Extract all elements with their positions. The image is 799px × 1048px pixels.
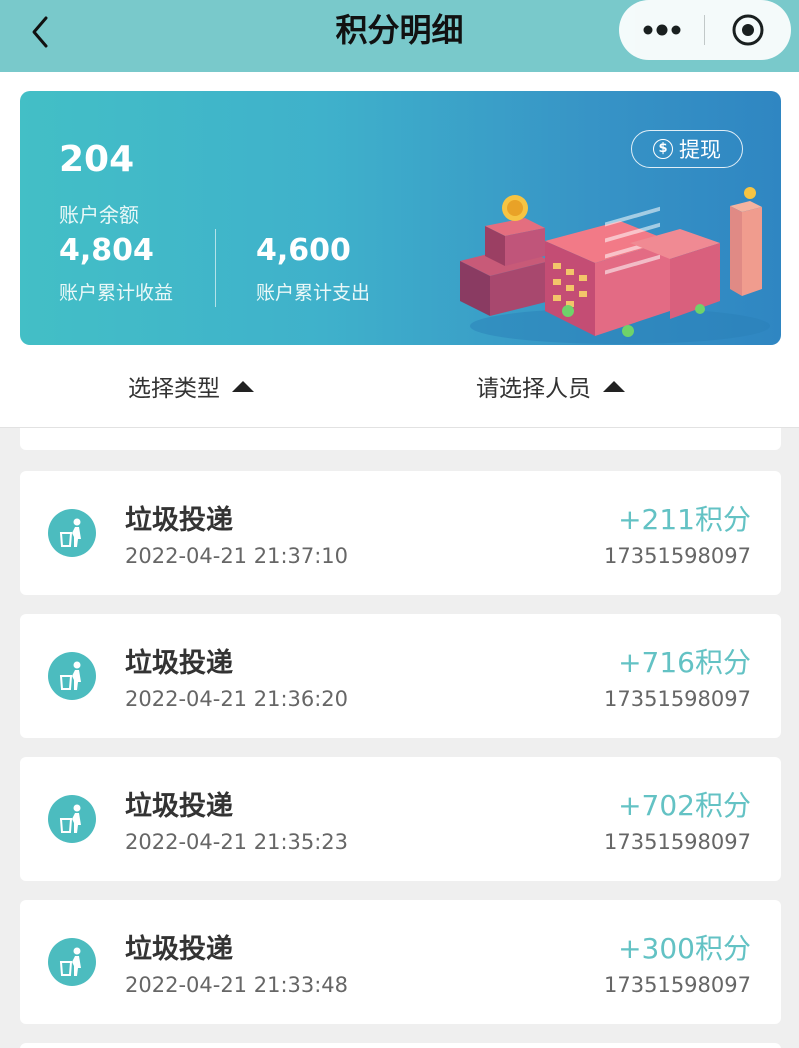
list-item[interactable]: 垃圾投递 2022-04-21 21:35:23 +702积分 17351598… (20, 757, 781, 881)
list-item[interactable]: 垃圾投递 2022-04-21 21:36:20 +716积分 17351598… (20, 614, 781, 738)
dollar-coin-icon: $ (653, 139, 673, 159)
caret-up-icon (603, 380, 625, 392)
trash-disposal-icon (48, 795, 96, 843)
record-points: +702积分 (618, 789, 751, 822)
list-item (20, 1043, 781, 1048)
filter-type-label: 选择类型 (128, 376, 220, 402)
total-income-value: 4,804 (59, 233, 154, 268)
filter-person-label: 请选择人员 (476, 376, 591, 402)
stat-divider (215, 229, 216, 307)
record-time: 2022-04-21 21:35:23 (125, 830, 349, 854)
mini-program-capsule (619, 0, 791, 60)
record-phone: 17351598097 (604, 973, 751, 997)
withdraw-button[interactable]: $ 提现 (631, 130, 743, 168)
target-close-icon[interactable] (705, 0, 790, 60)
record-phone: 17351598097 (604, 687, 751, 711)
total-expense-value: 4,600 (256, 233, 351, 268)
list-item[interactable]: 垃圾投递 2022-04-21 21:33:48 +300积分 17351598… (20, 900, 781, 1024)
record-points: +211积分 (618, 503, 751, 536)
trash-disposal-icon (48, 652, 96, 700)
nav-bar: 积分明细 (0, 0, 799, 72)
record-title: 垃圾投递 (125, 934, 233, 965)
list-item (20, 428, 781, 450)
record-points: +300积分 (618, 932, 751, 965)
balance-value: 204 (59, 139, 135, 180)
total-expense-label: 账户累计支出 (256, 282, 371, 304)
record-time: 2022-04-21 21:37:10 (125, 544, 349, 568)
withdraw-label: 提现 (679, 138, 721, 162)
account-summary-banner: 204 账户余额 4,804 账户累计收益 4,600 账户累计支出 $ 提现 (20, 91, 781, 345)
record-phone: 17351598097 (604, 830, 751, 854)
record-time: 2022-04-21 21:36:20 (125, 687, 349, 711)
record-title: 垃圾投递 (125, 791, 233, 822)
record-time: 2022-04-21 21:33:48 (125, 973, 349, 997)
header-area: 204 账户余额 4,804 账户累计收益 4,600 账户累计支出 $ 提现 (0, 72, 799, 428)
filter-person-dropdown[interactable]: 请选择人员 (476, 361, 625, 411)
record-title: 垃圾投递 (125, 648, 233, 679)
more-dots-icon[interactable] (619, 0, 704, 60)
trash-disposal-icon (48, 509, 96, 557)
city-building-illustration (460, 187, 770, 344)
trash-disposal-icon (48, 938, 96, 986)
caret-up-icon (232, 380, 254, 392)
record-points: +716积分 (618, 646, 751, 679)
list-item[interactable]: 垃圾投递 2022-04-21 21:37:10 +211积分 17351598… (20, 471, 781, 595)
record-title: 垃圾投递 (125, 505, 233, 536)
chevron-left-icon[interactable] (22, 12, 62, 52)
record-phone: 17351598097 (604, 544, 751, 568)
points-record-list[interactable]: 垃圾投递 2022-04-21 21:37:10 +211积分 17351598… (0, 428, 799, 1048)
filter-type-dropdown[interactable]: 选择类型 (128, 361, 254, 411)
balance-label: 账户余额 (59, 203, 139, 227)
total-income-label: 账户累计收益 (59, 282, 174, 304)
